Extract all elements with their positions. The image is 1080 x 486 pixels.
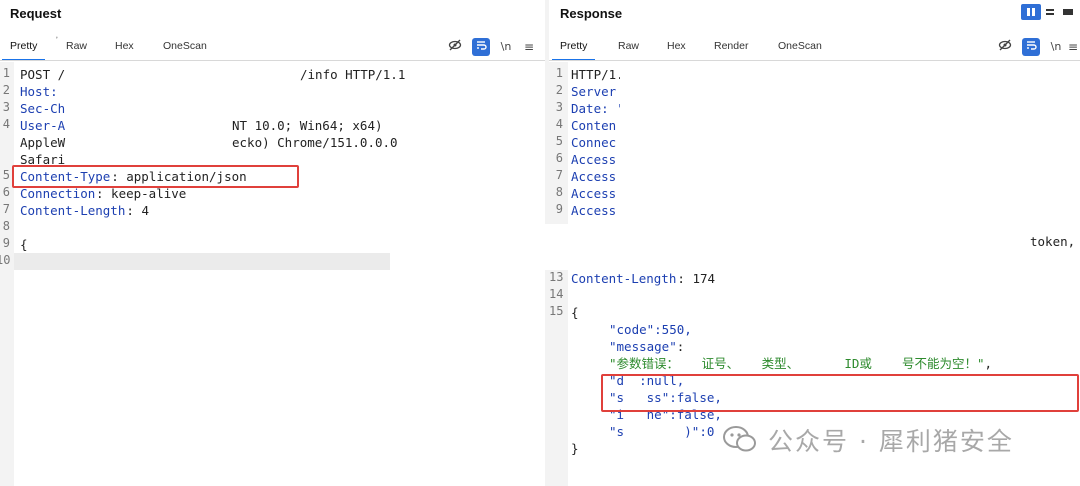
split-horizontal-icon[interactable] [1021, 4, 1041, 20]
single-pane-icon[interactable] [1061, 4, 1075, 20]
redaction-band [391, 224, 1080, 270]
code-token: Access [571, 203, 617, 218]
dropdown-tick-icon: ʼ [56, 36, 58, 45]
redaction-block [620, 62, 1030, 224]
tab-onescan[interactable]: OneScan [778, 40, 822, 52]
newline-icon[interactable]: \n [1047, 38, 1065, 56]
code-token: Date: ' [571, 101, 624, 116]
line-number: 4 [2, 117, 10, 131]
line-number: 9 [2, 236, 10, 250]
wechat-icon [723, 426, 756, 452]
line-number: 3 [555, 100, 563, 114]
line-number: 14 [549, 287, 564, 301]
code-token: User-A [20, 118, 66, 133]
line-number: 1 [555, 66, 563, 80]
code-token: /info HTTP/1.1 [300, 67, 406, 82]
code-token: Server [571, 84, 617, 99]
code-token: Access [571, 152, 617, 167]
line-number: 7 [555, 168, 563, 182]
json-close-brace: } [571, 441, 579, 456]
tab-pretty[interactable]: Pretty [551, 40, 597, 61]
code-token: Sec-Ch [20, 101, 66, 116]
line-number: 5 [555, 134, 563, 148]
code-token: POST / [20, 67, 66, 82]
overflow-text: token, [1030, 234, 1076, 249]
menu-icon[interactable]: ≡ [520, 38, 538, 56]
code-token: { [571, 305, 579, 320]
code-token: : 4 [126, 203, 149, 218]
response-title: Response [560, 6, 623, 21]
tab-onescan[interactable]: OneScan [163, 40, 207, 52]
tab-raw[interactable]: Raw [618, 40, 639, 52]
watermark-text: 公众号 · 犀利猪安全 [768, 427, 1014, 456]
tab-hex[interactable]: Hex [667, 40, 686, 52]
line-number: 15 [549, 304, 564, 318]
error-message-highlight-box [601, 374, 1079, 412]
code-token: : 174 [677, 271, 716, 286]
newline-icon[interactable]: \n [497, 38, 515, 56]
json-key: "code" [609, 322, 655, 337]
request-title: Request [10, 6, 62, 21]
tab-raw[interactable]: ʼ Raw [56, 36, 87, 52]
line-number: 2 [2, 83, 10, 97]
split-vertical-icon[interactable] [1043, 4, 1057, 20]
line-number: 5 [2, 168, 10, 182]
content-type-highlight-box [12, 165, 299, 188]
code-token: NT 10.0; Win64; x64) [232, 118, 383, 133]
line-number: 8 [555, 185, 563, 199]
line-number: 9 [555, 202, 563, 216]
code-token: Conten [571, 118, 617, 133]
code-token: Access [571, 186, 617, 201]
json-value: , [984, 356, 993, 371]
line-number: 13 [549, 270, 564, 284]
line-number: 2 [555, 83, 563, 97]
json-key: "message" [609, 339, 677, 354]
json-value: )":0 [624, 424, 715, 439]
code-token: AppleW [20, 135, 66, 150]
json-key: "参数错误： 证号、 类型、 ID或 号不能为空！" [609, 356, 985, 371]
tab-underline [549, 60, 1080, 61]
line-number: 7 [2, 202, 10, 216]
tab-pretty[interactable]: Pretty [1, 40, 47, 61]
line-number: 6 [555, 151, 563, 165]
json-value: :550, [654, 322, 692, 337]
eye-slash-icon[interactable] [446, 38, 464, 56]
code-token: Host: [20, 84, 58, 99]
tab-underline [0, 60, 545, 61]
line-number: 10 [0, 253, 11, 267]
wrap-icon[interactable] [472, 38, 490, 56]
request-editor[interactable]: 1 POST / /info HTTP/1.1 2 Host: 3 Sec-Ch 4 User-… [0, 62, 545, 486]
code-token: Content-Length [571, 271, 677, 286]
wrap-icon[interactable] [1022, 38, 1040, 56]
code-token: Content-Length [20, 203, 126, 218]
code-token: Connec [571, 135, 617, 150]
code-token: { [20, 237, 28, 252]
line-number: 1 [2, 66, 10, 80]
line-number: 4 [555, 117, 563, 131]
current-line-highlight [14, 253, 390, 270]
line-number: 8 [2, 219, 10, 233]
line-number: 6 [2, 185, 10, 199]
json-key: "s [609, 424, 625, 439]
menu-icon[interactable]: ≡ [1064, 38, 1080, 56]
json-value: : [676, 339, 685, 354]
code-token: Access [571, 169, 617, 184]
eye-slash-icon[interactable] [996, 38, 1014, 56]
code-token: ecko) Chrome/151.0.0.0 [232, 135, 398, 150]
tab-render[interactable]: Render [714, 40, 748, 52]
line-number: 3 [2, 100, 10, 114]
tab-hex[interactable]: Hex [115, 40, 134, 52]
